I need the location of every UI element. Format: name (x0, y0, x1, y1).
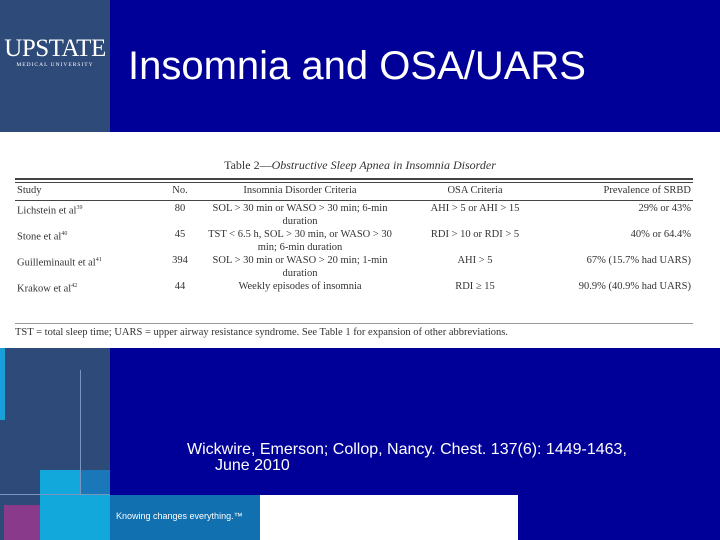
ref: 42 (71, 283, 78, 289)
logo-subtitle: MEDICAL UNIVERSITY (16, 62, 94, 68)
decor-line (80, 370, 81, 495)
osa-table: Study No. Insomnia Disorder Criteria OSA… (15, 184, 693, 296)
count: 44 (174, 281, 186, 292)
tagline: Knowing changes everything.™ (110, 495, 260, 540)
table-row: Stone et al40 45 TST < 6.5 h, SOL > 30 m… (15, 228, 693, 254)
criteria: SOL > 30 min or WASO > 20 min; 1-min dur… (212, 255, 388, 279)
criteria: SOL > 30 min or WASO > 30 min; 6-min dur… (212, 203, 388, 227)
logo-name: UPSTATE (4, 35, 106, 62)
table-caption: Table 2—Obstructive Sleep Apnea in Insom… (224, 158, 496, 172)
table-row: Krakow et al42 44 Weekly episodes of ins… (15, 280, 693, 296)
decor-line (0, 494, 110, 495)
citation-line1: Wickwire, Emerson; Collop, Nancy. Chest.… (187, 441, 627, 458)
slide-title: Insomnia and OSA/UARS (128, 44, 586, 88)
ref: 40 (61, 231, 68, 237)
decor-block (80, 470, 110, 495)
study: Krakow et al (17, 283, 72, 295)
divider (15, 323, 693, 324)
divider (15, 182, 693, 183)
count: 80 (174, 203, 186, 214)
upstate-logo: UPSTATE MEDICAL UNIVERSITY (0, 35, 110, 69)
osa-criteria: RDI > 10 or RDI > 5 (430, 229, 520, 240)
table-image: Table 2—Obstructive Sleep Apnea in Insom… (0, 132, 720, 348)
osa-criteria: RDI ≥ 15 (455, 281, 495, 292)
table-header-row: Study No. Insomnia Disorder Criteria OSA… (15, 184, 693, 202)
osa-criteria: AHI > 5 (457, 255, 493, 266)
criteria: Weekly episodes of insomnia (238, 281, 362, 292)
study: Stone et al (17, 231, 62, 243)
table-footnote: TST = total sleep time; UARS = upper air… (15, 327, 509, 338)
prevalence: 40% or 64.4% (630, 229, 691, 240)
footer-white-band (260, 495, 518, 540)
count: 45 (174, 229, 186, 240)
citation: Wickwire, Emerson; Collop, Nancy. Chest.… (187, 442, 627, 474)
study: Lichstein et al (17, 205, 77, 217)
ref: 41 (95, 257, 102, 263)
table-row: Lichstein et al39 80 SOL > 30 min or WAS… (15, 202, 693, 228)
divider (15, 178, 693, 180)
header-study: Study (17, 185, 42, 196)
prevalence: 90.9% (40.9% had UARS) (578, 281, 691, 292)
prevalence: 29% or 43% (638, 203, 692, 214)
study: Guilleminault et al (17, 257, 96, 269)
prevalence: 67% (15.7% had UARS) (586, 255, 691, 266)
header-no: No. (172, 185, 188, 196)
count: 394 (172, 255, 188, 266)
citation-line2: June 2010 (215, 457, 290, 474)
decor-block (4, 505, 40, 540)
header-prevalence: Prevalence of SRBD (603, 185, 691, 196)
osa-criteria: AHI > 5 or AHI > 15 (430, 203, 520, 214)
decor-block (0, 348, 5, 420)
table-row: Guilleminault et al41 394 SOL > 30 min o… (15, 254, 693, 280)
header-criteria: Insomnia Disorder Criteria (243, 185, 357, 196)
header-osa: OSA Criteria (447, 185, 503, 196)
ref: 39 (76, 205, 83, 211)
criteria: TST < 6.5 h, SOL > 30 min, or WASO > 30 … (208, 229, 392, 253)
